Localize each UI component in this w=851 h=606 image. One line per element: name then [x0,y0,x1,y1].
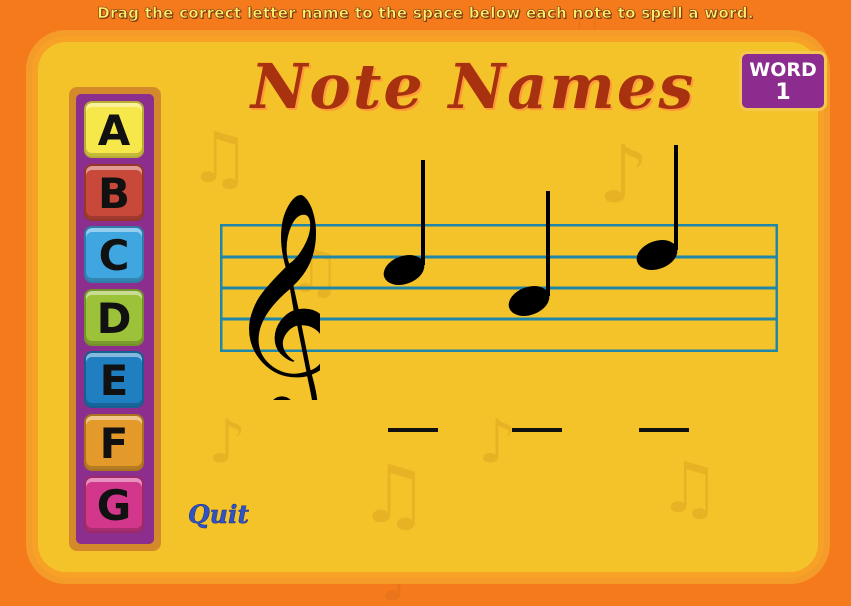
svg-text:𝄞: 𝄞 [225,190,320,400]
letter-tile-g[interactable]: G [84,476,144,533]
note-2 [508,191,550,316]
letter-tile-e[interactable]: E [84,351,144,408]
note-3 [636,145,678,270]
svg-text:♫: ♫ [358,448,430,541]
svg-text:♫: ♫ [658,447,721,529]
letter-tile-a[interactable]: A [84,101,144,158]
treble-clef-icon: 𝄞 [225,190,320,400]
letter-tile-c[interactable]: C [84,226,144,283]
svg-text:♪: ♪ [478,407,516,477]
word-number: 1 [775,80,791,105]
letter-tile-b[interactable]: B [84,163,144,221]
word-counter-badge: WORD 1 [739,51,827,111]
answer-slot-2[interactable] [512,428,562,432]
word-label: WORD [749,59,817,81]
page-title: Note Names [250,50,696,123]
answer-slot-1[interactable] [388,428,438,432]
svg-text:♪: ♪ [208,407,246,477]
note-1 [383,160,425,285]
answer-slot-3[interactable] [639,428,689,432]
quit-button[interactable]: Quit [188,500,250,530]
letter-palette: ABCDEFG [69,87,161,551]
letter-tile-d[interactable]: D [84,288,144,346]
letter-tile-f[interactable]: F [84,413,144,471]
instruction-text: Drag the correct letter name to the spac… [97,4,754,23]
